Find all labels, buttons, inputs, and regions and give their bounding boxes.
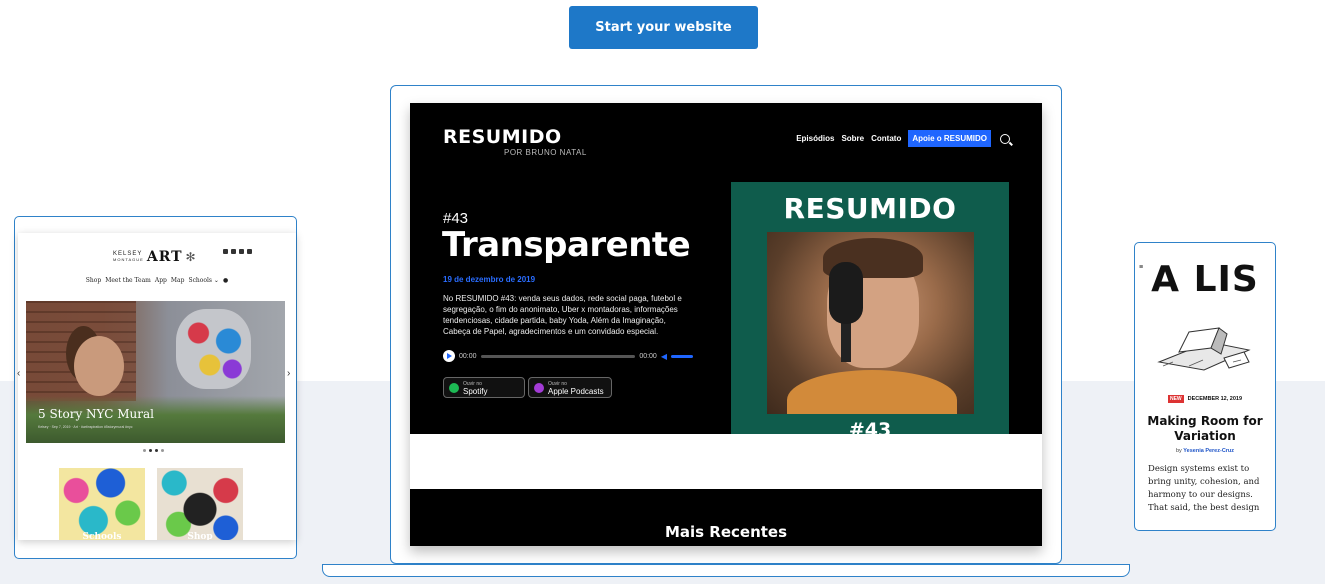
nav-globe-icon[interactable]: ● [223,277,228,284]
nav-app[interactable]: App [155,277,167,284]
apoie-button[interactable]: Apoie o RESUMIDO [908,130,991,147]
social-icons [223,249,252,254]
instagram-icon[interactable] [223,249,228,254]
facebook-icon[interactable] [231,249,236,254]
volume-icon[interactable]: ◀ [661,352,667,361]
episode-title: Transparente [442,225,691,265]
phone-screen: A LIS ≡ NEW DECEMBER 12, 2019 Making Roo… [1135,259,1275,514]
kelsey-nav: Shop Meet the Team App Map Schools ⌄ ● [18,277,296,284]
logo-art: ART [146,249,183,265]
resumido-logo-subtitle: POR BRUNO NATAL [504,148,587,157]
photo-shirt [787,370,957,414]
article-body: Design systems exist to bring unity, coh… [1148,464,1260,513]
slider-prev-arrow-icon[interactable]: ‹ [17,368,20,379]
nav-meet-the-team[interactable]: Meet the Team [105,277,151,284]
slider-next-arrow-icon[interactable]: › [287,368,290,379]
spotify-icon [449,382,459,393]
tile-shop[interactable]: Shop [157,468,243,540]
pinterest-icon[interactable] [239,249,244,254]
apple-podcasts-icon [534,382,544,393]
tile-schools[interactable]: Schools [59,468,145,540]
slider-dot[interactable] [161,449,164,452]
apple-badge-label: Apple Podcasts [548,386,604,396]
episode-cover-title: RESUMIDO [783,192,957,225]
tile-shop-label: Shop [187,532,213,540]
slider-dot[interactable] [155,449,158,452]
byline-prefix: by [1175,448,1182,454]
nav-sobre[interactable]: Sobre [841,134,864,143]
mais-recentes-heading: Mais Recentes [664,523,788,541]
episode-cover-photo [767,232,974,414]
kelsey-logo[interactable]: KELSEY MONTAGUE ART ✻ [113,249,196,265]
hero-mural [176,309,251,389]
article-illustration [1157,327,1251,371]
volume-slider[interactable] [671,354,693,358]
spotify-badge[interactable]: Ouvir no Spotify [443,377,525,398]
player-time-end: 00:00 [639,352,657,360]
hero-meta: Kelsey · Sep 7, 2019 · Art · #artinspira… [38,425,133,429]
article-meta: NEW DECEMBER 12, 2019 [1135,395,1275,403]
nav-episodios[interactable]: Episódios [796,134,834,143]
microphone-icon [829,262,863,324]
nav-contato[interactable]: Contato [871,134,901,143]
hero-title[interactable]: 5 Story NYC Mural [38,407,154,421]
slider-dot[interactable] [143,449,146,452]
hero-slide[interactable]: 5 Story NYC Mural Kelsey · Sep 7, 2019 ·… [26,301,285,443]
spotify-badge-label: Spotify [463,386,488,396]
site-title[interactable]: A LIS [1135,262,1275,298]
hamburger-icon[interactable]: ≡ [1139,264,1143,271]
logo-montague: MONTAGUE [113,257,144,262]
slider-dot-active[interactable] [149,449,152,452]
nav-map[interactable]: Map [171,277,185,284]
nav-schools[interactable]: Schools ⌄ [188,277,219,284]
episode-description: No RESUMIDO #43: venda seus dados, rede … [443,294,682,336]
photo-mic-stem [841,322,851,362]
apple-podcasts-badge[interactable]: Ouvir no Apple Podcasts [528,377,612,398]
episode-cover: RESUMIDO #43 [731,182,1009,451]
resumido-nav: Episódios Sobre Contato Apoie o RESUMIDO [796,130,1010,147]
twitter-icon[interactable] [247,249,252,254]
butterfly-icon: ✻ [185,250,196,264]
laptop-screen: RESUMIDO POR BRUNO NATAL Episódios Sobre… [410,103,1042,546]
play-icon[interactable] [443,350,455,362]
tile-schools-label: Schools [82,532,122,540]
hero-person [74,336,124,396]
laptop-base [322,564,1130,577]
search-icon[interactable] [1000,133,1010,144]
start-website-button[interactable]: Start your website [569,6,758,49]
episode-date: 19 de dezembro de 2019 [443,275,536,284]
article-date: DECEMBER 12, 2019 [1187,396,1243,402]
audio-player: 00:00 00:00 ◀ [443,349,693,363]
player-time-start: 00:00 [459,352,477,360]
tablet-screen: KELSEY MONTAGUE ART ✻ Shop Meet the Team … [18,233,296,540]
nav-shop[interactable]: Shop [86,277,101,284]
player-progress-track[interactable] [480,354,636,358]
article-byline: by Yesenia Perez-Cruz [1135,448,1275,454]
article-title[interactable]: Making Room for Variation [1143,414,1267,444]
slider-dots [143,449,164,452]
white-divider-band [410,434,1042,489]
new-badge: NEW [1167,395,1184,403]
article-author[interactable]: Yesenia Perez-Cruz [1183,448,1234,454]
resumido-logo[interactable]: RESUMIDO [443,126,562,148]
